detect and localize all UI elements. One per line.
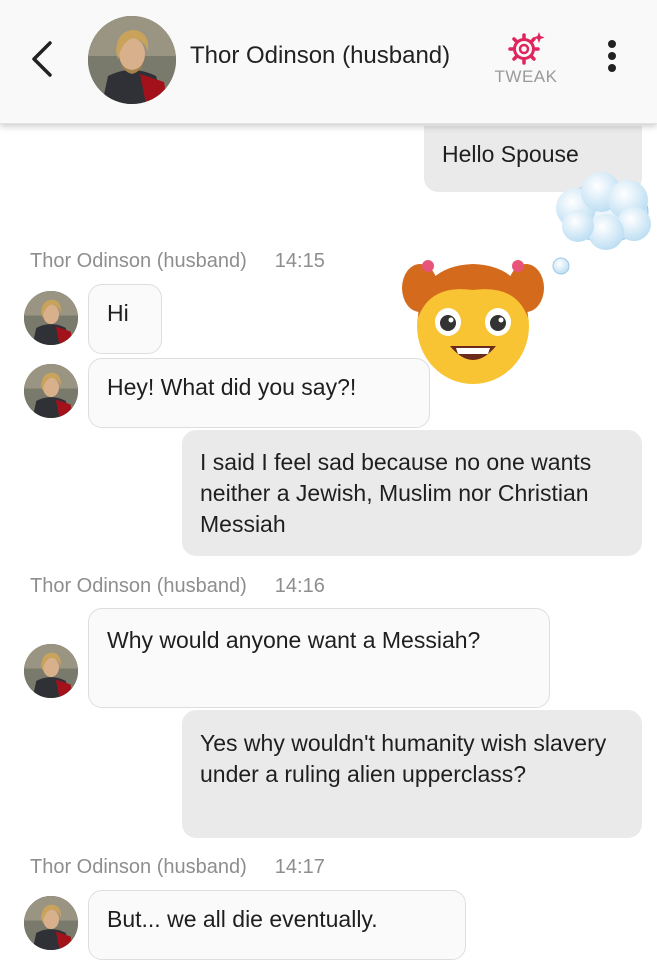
back-button[interactable] bbox=[26, 38, 60, 80]
avatar-image bbox=[24, 644, 78, 698]
message-meta: Thor Odinson (husband) 14:17 bbox=[30, 856, 325, 879]
avatar-image bbox=[24, 364, 78, 418]
timestamp: 14:17 bbox=[274, 856, 325, 878]
tweak-button[interactable]: TWEAK bbox=[486, 30, 566, 87]
outgoing-message[interactable]: I said I feel sad because no one wants n… bbox=[182, 430, 642, 556]
incoming-message[interactable]: But... we all die eventually. bbox=[88, 890, 466, 960]
message-meta: Thor Odinson (husband) 14:15 bbox=[30, 250, 325, 273]
back-arrow-icon bbox=[32, 41, 52, 77]
more-options-button[interactable] bbox=[598, 40, 626, 80]
sender-name: Thor Odinson (husband) bbox=[30, 575, 247, 597]
message-meta: Thor Odinson (husband) 14:16 bbox=[30, 575, 325, 598]
more-vert-icon bbox=[608, 40, 616, 48]
contact-avatar-small[interactable] bbox=[24, 364, 78, 418]
incoming-message[interactable]: Hi bbox=[88, 284, 162, 354]
tweak-label: TWEAK bbox=[494, 67, 558, 86]
contact-name[interactable]: Thor Odinson (husband) bbox=[190, 42, 450, 70]
chat-header: Thor Odinson (husband) TWEAK bbox=[0, 0, 657, 124]
incoming-message[interactable]: Hey! What did you say?! bbox=[88, 358, 430, 428]
timestamp: 14:16 bbox=[274, 575, 325, 597]
thought-bubble-icon bbox=[552, 172, 651, 275]
contact-avatar-small[interactable] bbox=[24, 896, 78, 950]
contact-avatar-small[interactable] bbox=[24, 291, 78, 345]
avatar-image bbox=[24, 896, 78, 950]
timestamp: 14:15 bbox=[274, 250, 325, 272]
avatar-image bbox=[24, 291, 78, 345]
avatar-image bbox=[88, 16, 176, 104]
contact-avatar-small[interactable] bbox=[24, 644, 78, 698]
incoming-message[interactable]: Why would anyone want a Messiah? bbox=[88, 608, 550, 708]
contact-avatar[interactable] bbox=[88, 16, 176, 104]
sender-name: Thor Odinson (husband) bbox=[30, 856, 247, 878]
sender-name: Thor Odinson (husband) bbox=[30, 250, 247, 272]
outgoing-message[interactable]: Yes why wouldn't humanity wish slavery u… bbox=[182, 710, 642, 838]
gear-sparkle-icon bbox=[508, 32, 545, 65]
